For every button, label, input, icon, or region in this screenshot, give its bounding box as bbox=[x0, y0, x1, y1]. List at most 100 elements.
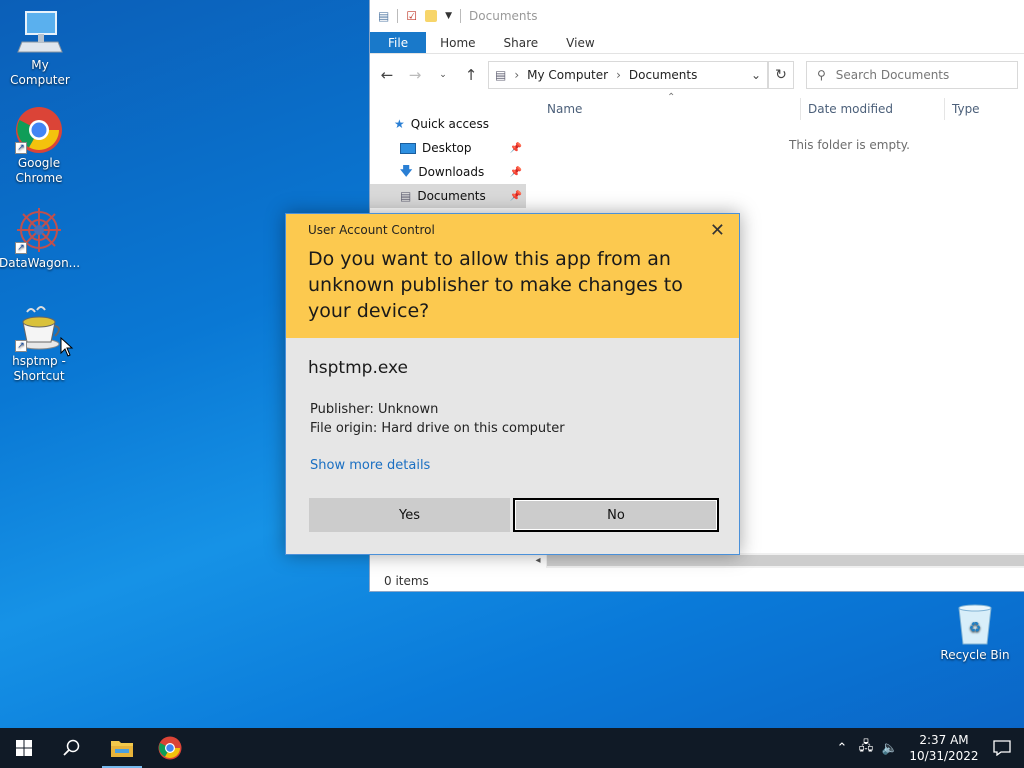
close-icon[interactable]: ✕ bbox=[710, 220, 725, 241]
sort-up-icon: ⌃ bbox=[667, 92, 676, 103]
folder-icon bbox=[111, 741, 133, 757]
search-icon bbox=[63, 739, 80, 756]
nav-item-label: Downloads bbox=[418, 165, 485, 179]
ribbon-tabs: File Home Share View bbox=[370, 32, 1024, 54]
address-row: ← → ⌄ ↑ ▤ › My Computer › Documents ⌄ ↻ … bbox=[370, 54, 1024, 96]
teacup-icon: ↗ bbox=[15, 304, 63, 352]
back-arrow-icon[interactable]: ← bbox=[376, 66, 398, 84]
pin-icon[interactable]: 📌 bbox=[510, 143, 522, 154]
pin-icon[interactable]: 📌 bbox=[510, 167, 522, 178]
checkbox-doc-icon[interactable]: ☑ bbox=[406, 9, 417, 23]
desktop-icon-my-computer[interactable]: My Computer bbox=[0, 8, 80, 88]
yes-button[interactable]: Yes bbox=[309, 498, 510, 532]
pin-icon[interactable]: 📌 bbox=[510, 191, 522, 202]
nav-item-label: Quick access bbox=[410, 117, 489, 131]
divider bbox=[397, 9, 399, 23]
nav-item-downloads[interactable]: 🡇 Downloads 📌 bbox=[370, 160, 526, 184]
search-box[interactable]: ⚲ Search Documents bbox=[806, 61, 1018, 89]
tab-view[interactable]: View bbox=[552, 32, 608, 53]
properties-icon[interactable]: ▤ bbox=[378, 9, 389, 23]
windows-logo-icon bbox=[16, 740, 32, 756]
nav-item-desktop[interactable]: Desktop 📌 bbox=[370, 136, 526, 160]
recycle-bin-icon: ♻ bbox=[955, 602, 995, 646]
uac-file-origin: File origin: Hard drive on this computer bbox=[310, 421, 565, 436]
column-headers: ⌃ Name Date modified Type bbox=[540, 92, 1024, 122]
documents-icon: ▤ bbox=[400, 189, 412, 203]
address-dropdown-icon[interactable]: ⌄ bbox=[751, 68, 761, 82]
divider[interactable] bbox=[944, 98, 945, 120]
shortcut-arrow-icon: ↗ bbox=[15, 340, 27, 352]
notification-icon bbox=[993, 740, 1011, 756]
search-placeholder: Search Documents bbox=[835, 68, 950, 82]
scroll-left-icon[interactable]: ◂ bbox=[530, 553, 546, 568]
new-folder-icon[interactable] bbox=[425, 10, 438, 22]
qat-dropdown-icon[interactable]: ▼ bbox=[445, 11, 452, 21]
taskbar: ⌃ 🖧 🔈 2:37 AM 10/31/2022 bbox=[0, 728, 1024, 768]
search-button[interactable] bbox=[48, 728, 96, 768]
uac-body: hsptmp.exe Publisher: Unknown File origi… bbox=[286, 338, 739, 473]
status-bar-item-count: 0 items bbox=[384, 574, 429, 588]
star-icon: ★ bbox=[394, 117, 405, 131]
column-name[interactable]: Name bbox=[547, 102, 582, 116]
nav-item-quick-access[interactable]: ★ Quick access bbox=[370, 112, 526, 136]
no-button[interactable]: No bbox=[513, 498, 719, 532]
horizontal-scrollbar[interactable]: ◂ bbox=[530, 553, 1024, 568]
desktop-icon-google-chrome[interactable]: ↗ Google Chrome bbox=[0, 106, 79, 186]
breadcrumb-separator-icon: › bbox=[514, 68, 520, 82]
documents-folder-icon: ▤ bbox=[495, 68, 507, 82]
uac-dialog: User Account Control ✕ Do you want to al… bbox=[285, 213, 740, 555]
tab-share[interactable]: Share bbox=[490, 32, 553, 53]
desktop-icon-label: Google Chrome bbox=[15, 156, 63, 185]
forward-arrow-icon[interactable]: → bbox=[404, 66, 426, 84]
recent-locations-chevron-icon[interactable]: ⌄ bbox=[432, 70, 454, 80]
show-hidden-icons-chevron-icon[interactable]: ⌃ bbox=[830, 741, 854, 756]
divider bbox=[460, 9, 462, 23]
desktop-icon-recycle-bin[interactable]: ♻ Recycle Bin bbox=[940, 602, 1010, 663]
column-date-modified[interactable]: Date modified bbox=[808, 102, 893, 116]
desktop-folder-icon bbox=[400, 142, 416, 154]
chrome-taskbar-button[interactable] bbox=[146, 728, 194, 768]
uac-app-name: hsptmp.exe bbox=[308, 358, 408, 378]
breadcrumb-documents[interactable]: Documents bbox=[629, 68, 697, 82]
refresh-icon[interactable]: ↻ bbox=[768, 61, 794, 89]
uac-header: User Account Control ✕ Do you want to al… bbox=[286, 214, 739, 338]
uac-publisher: Publisher: Unknown bbox=[310, 402, 439, 417]
chrome-icon bbox=[158, 736, 182, 760]
start-button[interactable] bbox=[0, 728, 48, 768]
breadcrumb-my-computer[interactable]: My Computer bbox=[527, 68, 608, 82]
clock-time: 2:37 AM bbox=[919, 733, 969, 747]
tab-file[interactable]: File bbox=[370, 32, 427, 53]
show-more-details-link[interactable]: Show more details bbox=[308, 458, 717, 473]
volume-icon[interactable]: 🔈 bbox=[878, 741, 902, 756]
divider[interactable] bbox=[800, 98, 801, 120]
uac-question: Do you want to allow this app from an un… bbox=[308, 248, 683, 322]
desktop-icon-label: DataWagon... bbox=[0, 256, 81, 270]
clock[interactable]: 2:37 AM 10/31/2022 bbox=[908, 732, 980, 764]
navigation-pane: ★ Quick access Desktop 📌 🡇 Downloads 📌 ▤… bbox=[370, 100, 526, 208]
computer-icon bbox=[16, 8, 64, 56]
shortcut-arrow-icon: ↗ bbox=[15, 142, 27, 154]
up-arrow-icon[interactable]: ↑ bbox=[460, 66, 482, 84]
datawagon-icon: ↗ bbox=[15, 206, 63, 254]
desktop-icon-datawagon[interactable]: ↗ DataWagon... bbox=[0, 206, 81, 271]
system-tray: ⌃ 🖧 🔈 2:37 AM 10/31/2022 bbox=[830, 728, 1024, 768]
network-icon[interactable]: 🖧 bbox=[854, 737, 878, 759]
download-arrow-icon: 🡇 bbox=[400, 163, 413, 178]
column-type[interactable]: Type bbox=[952, 102, 980, 116]
action-center-button[interactable] bbox=[980, 740, 1024, 756]
empty-folder-message: This folder is empty. bbox=[789, 138, 910, 152]
svg-text:♻: ♻ bbox=[969, 620, 982, 636]
nav-item-documents[interactable]: ▤ Documents 📌 bbox=[370, 184, 526, 208]
shortcut-arrow-icon: ↗ bbox=[15, 242, 27, 254]
address-bar[interactable]: ▤ › My Computer › Documents ⌄ bbox=[488, 61, 768, 89]
desktop-icon-label: Recycle Bin bbox=[940, 648, 1010, 662]
breadcrumb-separator-icon: › bbox=[616, 68, 621, 82]
file-explorer-taskbar-button[interactable] bbox=[98, 728, 146, 768]
tab-home[interactable]: Home bbox=[426, 32, 489, 53]
window-title: Documents bbox=[469, 9, 538, 23]
uac-title: User Account Control bbox=[308, 223, 435, 237]
nav-item-label: Desktop bbox=[422, 141, 472, 155]
quick-access-toolbar: ▤ ☑ ▼ Documents bbox=[370, 0, 1024, 32]
scrollbar-thumb[interactable] bbox=[547, 555, 1024, 566]
search-icon: ⚲ bbox=[817, 68, 826, 82]
